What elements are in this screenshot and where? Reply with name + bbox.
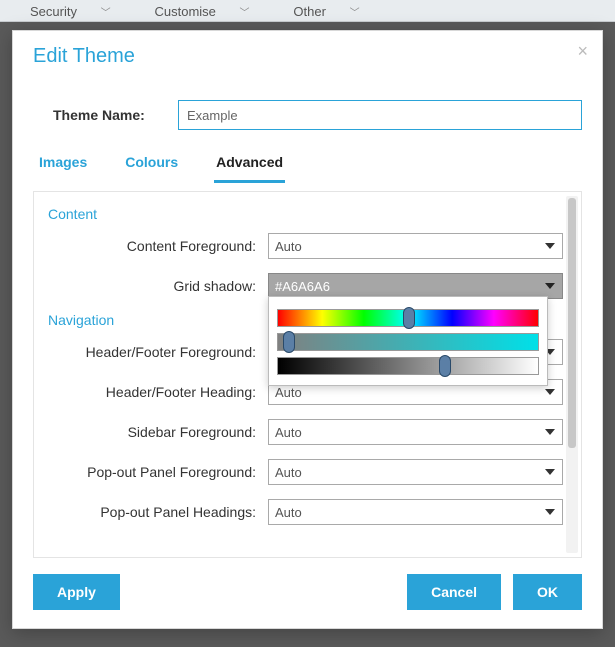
field-content-foreground: Content Foreground: Auto <box>42 226 563 266</box>
popout-panel-headings-select[interactable]: Auto <box>268 499 563 525</box>
tab-images[interactable]: Images <box>37 148 89 183</box>
dialog-header: Edit Theme × <box>13 31 602 76</box>
bg-nav-item: Security ﹀ <box>10 0 131 23</box>
advanced-panel: Content Content Foreground: Auto Grid sh… <box>33 191 582 558</box>
saturation-handle[interactable] <box>283 331 295 353</box>
field-label: Sidebar Foreground: <box>42 424 268 440</box>
tabs: Images Colours Advanced <box>33 148 582 183</box>
ok-button[interactable]: OK <box>513 574 582 610</box>
field-header-footer-foreground: Header/Footer Foreground: Auto <box>42 332 563 372</box>
cancel-button[interactable]: Cancel <box>407 574 501 610</box>
content-foreground-select[interactable]: Auto <box>268 233 563 259</box>
theme-name-label: Theme Name: <box>33 107 178 123</box>
theme-name-row: Theme Name: <box>33 100 582 130</box>
saturation-slider[interactable] <box>277 333 539 351</box>
edit-theme-dialog: Edit Theme × Theme Name: Images Colours … <box>12 30 603 629</box>
lightness-handle[interactable] <box>439 355 451 377</box>
advanced-panel-content: Content Content Foreground: Auto Grid sh… <box>34 192 581 557</box>
field-label: Grid shadow: <box>42 278 268 294</box>
apply-button[interactable]: Apply <box>33 574 120 610</box>
close-icon[interactable]: × <box>577 41 588 62</box>
hue-slider[interactable] <box>277 309 539 327</box>
dialog-footer: Apply Cancel OK <box>13 558 602 628</box>
tab-advanced[interactable]: Advanced <box>214 148 285 183</box>
sidebar-foreground-select[interactable]: Auto <box>268 419 563 445</box>
bg-nav-item: Customise ﹀ <box>134 0 269 23</box>
field-popout-panel-foreground: Pop-out Panel Foreground: Auto <box>42 452 563 492</box>
field-label: Header/Footer Foreground: <box>42 344 268 360</box>
field-popout-panel-headings: Pop-out Panel Headings: Auto <box>42 492 563 532</box>
bg-nav-item: Other ﹀ <box>273 0 379 23</box>
theme-name-input[interactable] <box>178 100 582 130</box>
field-label: Pop-out Panel Foreground: <box>42 464 268 480</box>
field-label: Header/Footer Heading: <box>42 384 268 400</box>
section-heading-content: Content <box>42 200 563 226</box>
background-nav: Security ﹀ Customise ﹀ Other ﹀ <box>0 0 615 22</box>
scrollbar[interactable] <box>566 196 578 553</box>
field-label: Content Foreground: <box>42 238 268 254</box>
hue-handle[interactable] <box>403 307 415 329</box>
popout-panel-foreground-select[interactable]: Auto <box>268 459 563 485</box>
field-label: Pop-out Panel Headings: <box>42 504 268 520</box>
dialog-title: Edit Theme <box>33 45 582 68</box>
lightness-slider[interactable] <box>277 357 539 375</box>
scrollbar-thumb[interactable] <box>568 198 576 448</box>
tab-colours[interactable]: Colours <box>123 148 180 183</box>
color-picker-popover <box>268 296 548 386</box>
dialog-body: Theme Name: Images Colours Advanced Cont… <box>13 76 602 558</box>
field-sidebar-foreground: Sidebar Foreground: Auto <box>42 412 563 452</box>
